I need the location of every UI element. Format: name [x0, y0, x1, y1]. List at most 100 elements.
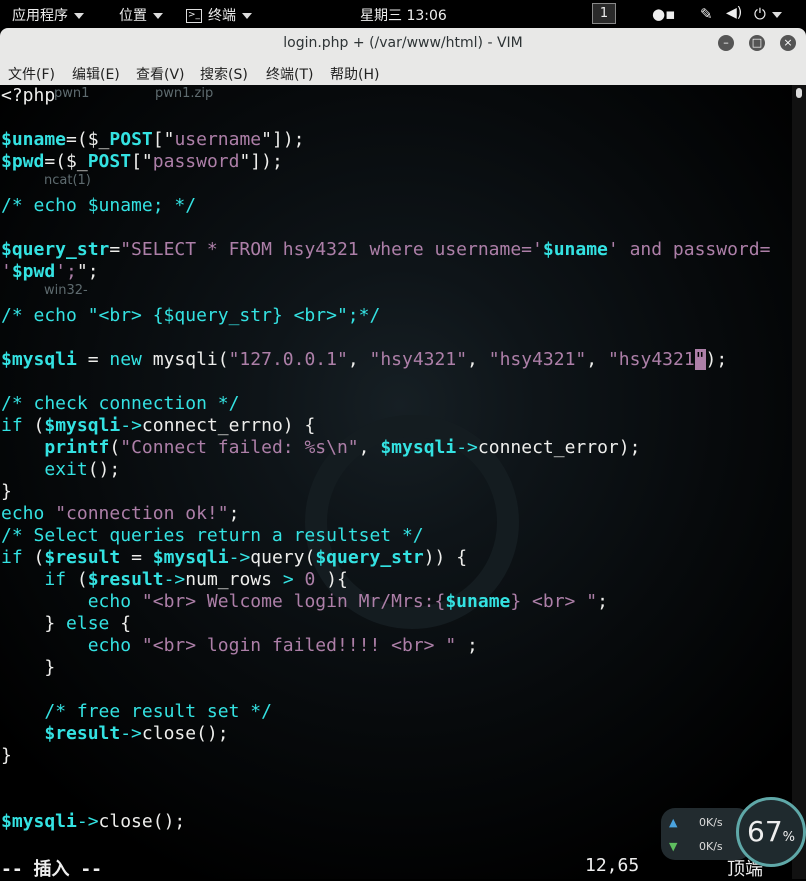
code-token: >: [282, 569, 294, 590]
code-line[interactable]: /* free result set */: [1, 701, 272, 723]
code-line[interactable]: if ($result->num_rows > 0 ){: [1, 569, 348, 591]
minimize-icon[interactable]: –: [718, 35, 734, 51]
menu-edit[interactable]: 编辑(E): [72, 64, 120, 84]
code-line[interactable]: echo "<br> login failed!!!! <br> " ;: [1, 635, 478, 657]
video-icon[interactable]: ●▪: [652, 5, 675, 23]
code-token: /* echo $uname; */: [1, 195, 197, 216]
code-line[interactable]: $mysqli->close();: [1, 811, 185, 833]
code-line[interactable]: $query_str="SELECT * FROM hsy4321 where …: [1, 239, 770, 261]
applications-menu[interactable]: 应用程序: [12, 5, 84, 25]
places-menu[interactable]: 位置: [119, 5, 163, 25]
code-token: ;: [597, 591, 608, 612]
clock[interactable]: 星期三 13:06: [360, 5, 447, 25]
code-token: [": [152, 129, 175, 150]
code-line[interactable]: /* Select queries return a resultset */: [1, 525, 424, 547]
code-token: $uname: [445, 591, 511, 612]
code-line[interactable]: if ($result = $mysqli->query($query_str)…: [1, 547, 467, 569]
code-line[interactable]: $pwd=($_POST["password"]);: [1, 151, 283, 173]
upload-speed: 0K/s: [699, 816, 723, 829]
code-token: $result: [44, 723, 121, 744]
menu-help[interactable]: 帮助(H): [330, 64, 379, 84]
code-token: ->: [120, 415, 142, 436]
terminal-menu[interactable]: >_ 终端: [186, 5, 252, 25]
code-line[interactable]: if ($mysqli->connect_errno) {: [1, 415, 315, 437]
code-token: "]);: [239, 151, 283, 172]
code-line[interactable]: /* check connection */: [1, 393, 239, 415]
cursor-position: 12,65: [585, 855, 640, 876]
code-line[interactable]: exit();: [1, 459, 120, 481]
code-token: $query_str: [1, 239, 110, 260]
pen-icon[interactable]: ✎: [700, 5, 713, 23]
code-token: } <br> ": [510, 591, 598, 612]
volume-icon[interactable]: ◀): [726, 5, 742, 21]
code-token: POST: [87, 151, 132, 172]
close-icon[interactable]: ×: [780, 35, 796, 51]
scrollbar[interactable]: [792, 85, 806, 879]
code-line[interactable]: }: [1, 657, 55, 679]
code-token: num_rows: [185, 569, 283, 590]
workspace-indicator[interactable]: 1: [592, 3, 616, 24]
code-line[interactable]: } else {: [1, 613, 131, 635]
menu-terminal[interactable]: 终端(T): [266, 64, 313, 84]
chevron-down-icon: [74, 13, 84, 19]
code-line[interactable]: }: [1, 481, 12, 503]
code-token: username: [174, 129, 262, 150]
code-token: $result: [87, 569, 164, 590]
code-token: "127.0.0.1": [228, 349, 348, 370]
code-token: /* echo "<br> {$query_str} <br>";*/: [1, 305, 381, 326]
code-token: /* free result set */: [44, 701, 272, 722]
scrollbar-thumb[interactable]: [796, 88, 802, 98]
code-token: mysqli(: [141, 349, 229, 370]
vim-editor[interactable]: pwn1 pwn1.zip ncat(1) win32- <?php $uname…: [0, 85, 792, 879]
power-icon[interactable]: ⏻: [754, 5, 782, 23]
maximize-icon[interactable]: □: [749, 35, 765, 51]
menu-view[interactable]: 查看(V): [136, 64, 185, 84]
code-token: ->: [456, 437, 478, 458]
code-token: $mysqli: [44, 415, 121, 436]
code-token: if: [44, 569, 67, 590]
code-token: $mysqli: [152, 547, 229, 568]
code-line[interactable]: $mysqli = new mysqli("127.0.0.1", "hsy43…: [1, 349, 727, 371]
window-title: login.php + (/var/www/html) - VIM: [283, 35, 523, 51]
menu-file[interactable]: 文件(F): [8, 64, 55, 84]
menubar: 文件(F) 编辑(E) 查看(V) 搜索(S) 终端(T) 帮助(H): [0, 61, 806, 85]
percent-unit: %: [782, 830, 795, 845]
code-token: (: [109, 437, 121, 458]
code-token: }: [1, 481, 12, 502]
code-token: =($_: [66, 129, 110, 150]
code-line[interactable]: echo "connection ok!";: [1, 503, 239, 525]
chevron-down-icon: [153, 13, 163, 19]
code-token: close();: [141, 723, 229, 744]
code-token: "<br> login failed!!!! <br> ": [141, 635, 457, 656]
code-token: (: [22, 415, 45, 436]
code-line[interactable]: }: [1, 745, 12, 767]
top-panel: 应用程序 位置 >_ 终端 星期三 13:06 1 ●▪ ✎ ◀) ⏻: [0, 0, 806, 28]
code-token: echo: [87, 591, 132, 612]
window-titlebar[interactable]: login.php + (/var/www/html) - VIM – □ ×: [0, 28, 806, 62]
code-line[interactable]: echo "<br> Welcome login Mr/Mrs:{$uname}…: [1, 591, 608, 613]
code-token: "<br> Welcome login Mr/Mrs:{: [141, 591, 446, 612]
code-line[interactable]: $result->close();: [1, 723, 229, 745]
terminal-label: 终端: [208, 8, 236, 24]
code-token: }: [1, 657, 56, 678]
code-token: ,: [586, 349, 608, 370]
code-line[interactable]: $uname=($_POST["username"]);: [1, 129, 305, 151]
code-line[interactable]: '$pwd';";: [1, 261, 99, 283]
code-token: "connection ok!": [55, 503, 229, 524]
code-line[interactable]: printf("Connect failed: %s\n", $mysqli->…: [1, 437, 640, 459]
text-cursor: ": [694, 349, 706, 370]
code-token: query(: [250, 547, 316, 568]
code-token: echo: [87, 635, 132, 656]
code-token: }: [1, 613, 67, 634]
code-line[interactable]: <?php: [1, 85, 55, 107]
code-token: $uname: [1, 129, 67, 150]
code-line[interactable]: /* echo "<br> {$query_str} <br>";*/: [1, 305, 380, 327]
code-token: (: [22, 547, 45, 568]
menu-search[interactable]: 搜索(S): [200, 64, 248, 84]
code-line[interactable]: /* echo $uname; */: [1, 195, 196, 217]
code-token: {: [109, 613, 132, 634]
